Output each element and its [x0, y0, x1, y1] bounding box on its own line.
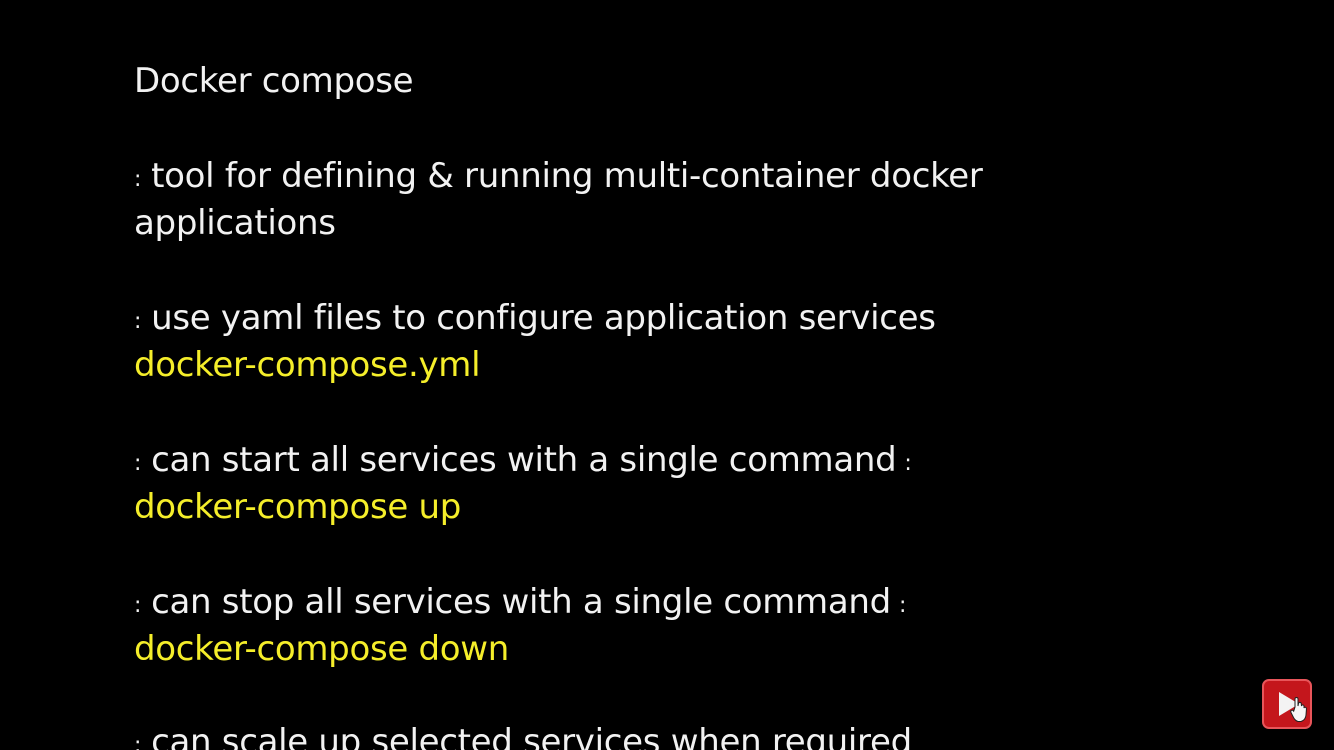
point-3-code: docker-compose up	[134, 487, 462, 527]
point-3-text: can start all services with a single com…	[151, 440, 897, 480]
point-2-text: use yaml files to configure application …	[151, 298, 936, 338]
bullet-marker: :	[134, 167, 142, 192]
hand-cursor-icon	[1290, 696, 1307, 722]
point-1-continuation: applications	[134, 203, 336, 243]
play-button[interactable]	[1262, 679, 1312, 729]
point-2-line: : use yaml files to configure application…	[134, 294, 936, 346]
slide-title: Docker compose	[134, 61, 414, 101]
point-5-text: can scale up selected services when requ…	[151, 722, 912, 750]
point-1-text: tool for defining & running multi-contai…	[151, 156, 983, 196]
point-5-line: : can scale up selected services when req…	[134, 718, 912, 750]
point-4-trailing-colon: :	[898, 593, 907, 618]
point-4-code: docker-compose down	[134, 629, 510, 669]
point-4-text: can stop all services with a single comm…	[151, 582, 891, 622]
point-4-line: : can stop all services with a single com…	[134, 578, 906, 630]
bullet-marker: :	[134, 733, 142, 750]
bullet-marker: :	[134, 451, 142, 476]
bullet-marker: :	[134, 593, 142, 618]
slide: Docker compose : tool for defining & runn…	[0, 0, 1334, 750]
point-2-code: docker-compose.yml	[134, 345, 481, 385]
point-1-line: : tool for defining & running multi-conta…	[134, 152, 983, 204]
point-3-line: : can start all services with a single co…	[134, 436, 912, 488]
bullet-marker: :	[134, 309, 142, 334]
point-3-trailing-colon: :	[904, 451, 912, 476]
